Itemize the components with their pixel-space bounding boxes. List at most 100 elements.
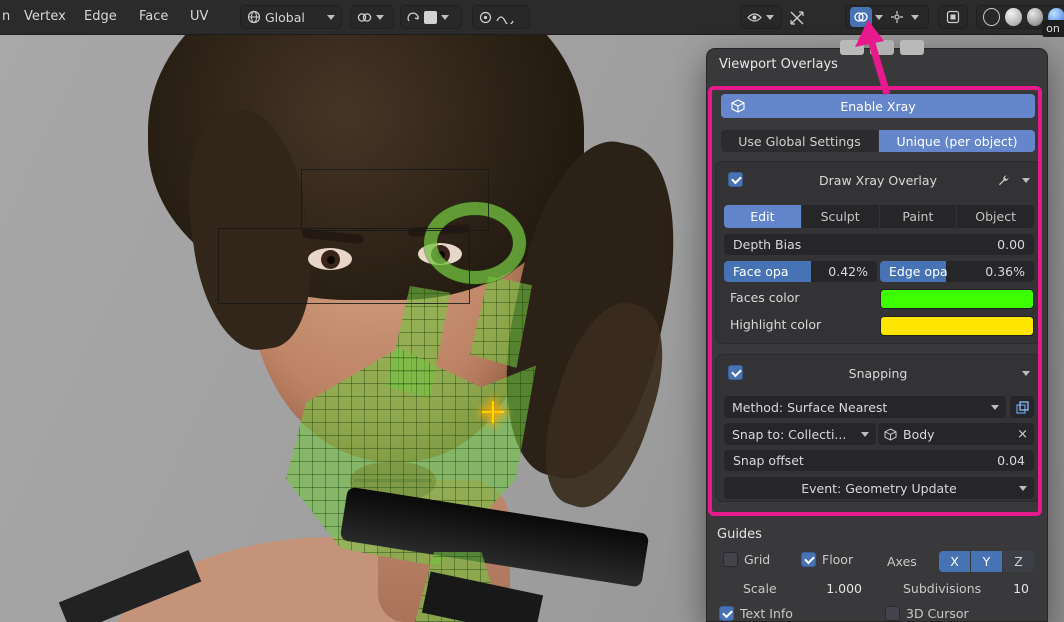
axes-label: Axes [887,554,917,569]
xray-overlay-checkbox[interactable] [728,172,743,187]
chevron-down-icon [327,15,335,20]
tab-edit[interactable]: Edit [724,205,801,228]
toolbar-fragment [870,40,894,55]
snap-event-dropdown[interactable]: Event: Geometry Update [724,477,1034,499]
snap-to-dropdown[interactable]: Snap to: Collecti... [724,423,876,445]
enable-xray-label: Enable Xray [840,99,915,114]
unique-per-object-label: Unique (per object) [896,134,1017,149]
snap-overlay-icon [1016,401,1029,414]
chevron-down-icon [1019,486,1027,491]
axis-x-button[interactable]: X [939,551,970,572]
xray-icon [946,10,960,24]
snapping-header[interactable]: Snapping [716,361,1040,385]
xray-overlay-subpanel: Draw Xray Overlay Edit Sculpt Paint Obje… [715,161,1041,344]
overlays-toggle-button[interactable] [850,7,872,27]
grid-label: Grid [744,552,770,567]
proportional-circle-icon [479,11,492,24]
grid-checkbox[interactable] [723,552,738,567]
faces-color-label: Faces color [730,290,800,305]
falloff-swatch-icon [424,11,437,24]
snap-method-dropdown[interactable]: Method: Surface Nearest [724,396,1006,418]
guides-title: Guides [717,527,762,542]
snap-event-label: Event: Geometry Update [801,481,957,496]
menu-vertex[interactable]: Vertex [24,9,66,24]
gizmos-dropdown-chevron[interactable] [911,15,919,20]
face-opacity-slider[interactable]: Face opa 0.42% [724,261,877,282]
snap-settings-button[interactable] [1010,396,1034,418]
axis-z-button[interactable]: Z [1003,551,1034,572]
collapse-chevron-icon[interactable] [1022,371,1030,376]
snap-toggle-group[interactable] [350,5,394,29]
gizmo-arrows-button[interactable] [788,9,806,31]
snap-method-label: Method: Surface Nearest [732,400,887,415]
unique-per-object-button[interactable]: Unique (per object) [879,130,1035,152]
highlight-color-label: Highlight color [730,317,821,332]
menu-face[interactable]: Face [139,9,168,24]
chevron-down-icon [441,15,449,20]
floor-checkbox[interactable] [801,552,816,567]
orientation-dropdown[interactable]: Global [240,5,342,29]
faces-color-swatch[interactable] [880,289,1034,309]
panel-title: Viewport Overlays [719,57,838,72]
depth-bias-slider[interactable]: Depth Bias 0.00 [724,234,1034,255]
cursor-checkbox[interactable] [885,606,900,621]
grid-checkbox-row[interactable]: Grid [723,552,770,567]
cursor-row[interactable]: 3D Cursor [885,606,969,621]
selection-box-forehead [301,169,489,231]
gizmos-toggle-button[interactable] [886,7,908,27]
solid-shading-button[interactable] [1005,8,1022,26]
toolbar-fragment [900,40,924,55]
overlays-dropdown-chevron[interactable] [875,15,883,20]
subdivisions-label: Subdivisions [903,581,981,596]
snap-offset-label: Snap offset [733,453,804,468]
floor-checkbox-row[interactable]: Floor [801,552,853,567]
axes-button-group: X Y Z [939,551,1034,572]
selection-box-eyes [218,228,470,304]
material-shading-button[interactable] [1027,8,1044,26]
edge-opacity-slider[interactable]: Edge opa 0.36% [880,261,1034,282]
tab-paint[interactable]: Paint [880,205,957,228]
use-global-settings-button[interactable]: Use Global Settings [721,130,878,152]
wireframe-shading-button[interactable] [983,8,1000,26]
toolbar-fragment [840,40,864,55]
xray-toggle-button[interactable] [938,5,968,29]
eye-icon [747,12,762,23]
chevron-down-icon [766,15,774,20]
menu-uv[interactable]: UV [190,9,208,24]
enable-xray-button[interactable]: Enable Xray [721,94,1035,118]
text-info-checkbox[interactable] [719,606,734,621]
proportional-edit-group[interactable] [472,5,530,29]
snap-target-value: Body [903,427,935,442]
subdivisions-value[interactable]: 10 [1009,581,1029,596]
edge-opacity-label: Edge opa [889,264,948,279]
visibility-group[interactable] [740,5,782,29]
axis-y-button[interactable]: Y [971,551,1002,572]
floor-label: Floor [822,552,853,567]
orientation-label: Global [265,10,305,25]
tab-object[interactable]: Object [957,205,1034,228]
falloff-group[interactable] [400,5,462,29]
scale-value[interactable]: 1.000 [807,581,862,596]
falloff-wave-icon [496,11,514,24]
tab-sculpt[interactable]: Sculpt [802,205,879,228]
use-global-settings-label: Use Global Settings [738,134,860,149]
wrench-icon[interactable] [997,174,1010,187]
highlight-color-swatch[interactable] [880,316,1034,336]
snap-offset-value: 0.04 [997,453,1025,468]
depth-bias-label: Depth Bias [733,237,801,252]
xray-overlay-header[interactable]: Draw Xray Overlay [716,168,1040,192]
snap-target-field[interactable]: Body × [878,423,1034,445]
snapping-checkbox[interactable] [728,365,743,380]
clear-target-icon[interactable]: × [1017,427,1028,442]
snap-to-label: Snap to: Collecti... [732,427,846,442]
gizmo-icon [890,10,904,24]
top-header: n Vertex Edge Face UV Global [0,0,1064,35]
clipped-header-fragment: on [1042,20,1064,37]
menu-edge[interactable]: Edge [84,9,117,24]
snapping-subpanel: Snapping Method: Surface Nearest Snap to… [715,354,1041,502]
collapse-chevron-icon[interactable] [1022,178,1030,183]
text-info-label: Text Info [740,606,793,621]
text-info-row[interactable]: Text Info [719,606,793,621]
cube-icon [731,99,745,113]
snap-offset-slider[interactable]: Snap offset 0.04 [724,450,1034,471]
